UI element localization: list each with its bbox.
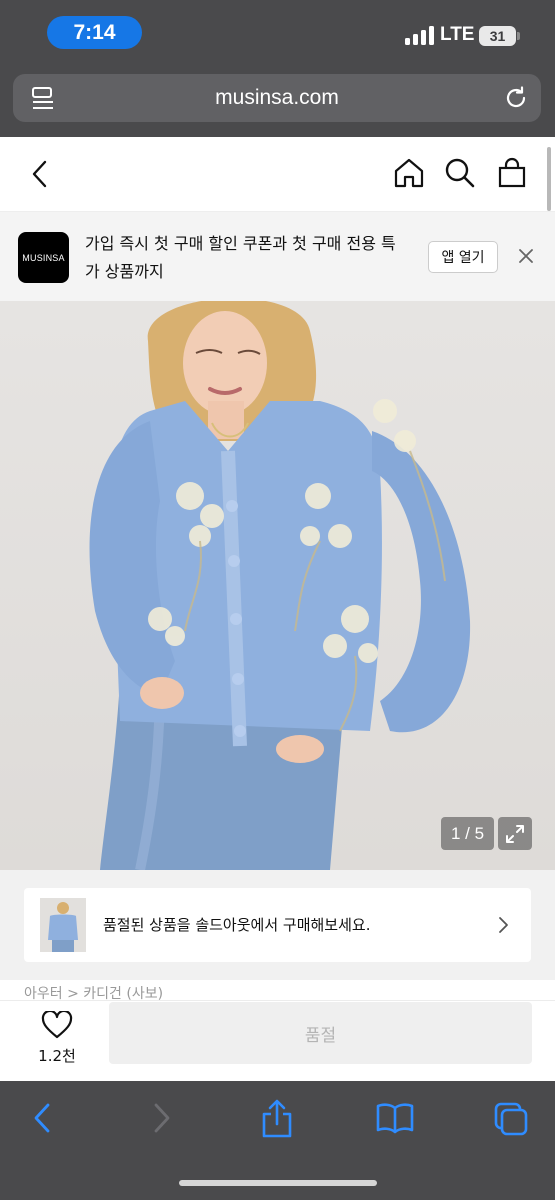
banner-message: 가입 즉시 첫 구매 할인 쿠폰과 첫 구매 전용 특가 상품까지: [85, 234, 396, 281]
url-text[interactable]: musinsa.com: [13, 86, 541, 110]
product-image[interactable]: 1 / 5: [0, 301, 555, 870]
expand-image-button[interactable]: [498, 817, 532, 850]
bag-icon[interactable]: [497, 157, 527, 189]
battery-icon: 31: [479, 26, 520, 46]
expand-icon: [506, 824, 524, 843]
scroll-indicator: [547, 147, 551, 211]
purchase-bar: 1.2천 품절: [0, 1000, 555, 1081]
like-button[interactable]: 1.2천: [30, 1009, 84, 1066]
soldout-section: 품절된 상품을 솔드아웃에서 구매해보세요.: [0, 870, 555, 980]
web-page: MUSINSA 가입 즉시 첫 구매 할인 쿠폰과 첫 구매 전용 특가 상품까…: [0, 137, 555, 1081]
like-count: 1.2천: [38, 1047, 76, 1065]
browser-toolbar: [0, 1081, 555, 1200]
reload-icon[interactable]: [503, 85, 529, 111]
site-header: [0, 137, 555, 212]
app-install-banner: MUSINSA 가입 즉시 첫 구매 할인 쿠폰과 첫 구매 전용 특가 상품까…: [0, 212, 555, 301]
soldout-message: 품절된 상품을 솔드아웃에서 구매해보세요.: [103, 916, 371, 934]
soldout-link[interactable]: 품절된 상품을 솔드아웃에서 구매해보세요.: [24, 888, 531, 962]
safari-forward-icon[interactable]: [150, 1101, 174, 1135]
musinsa-logo: MUSINSA: [18, 232, 69, 283]
back-icon[interactable]: [28, 159, 52, 189]
tabs-icon[interactable]: [493, 1101, 529, 1137]
home-indicator: [179, 1180, 377, 1186]
home-icon[interactable]: [393, 157, 425, 189]
product-photo: [89, 301, 471, 870]
status-time: 7:14: [47, 16, 142, 49]
search-icon[interactable]: [444, 157, 476, 189]
status-bar: 7:14 LTE 31: [0, 0, 555, 66]
close-icon[interactable]: [518, 248, 534, 264]
image-counter: 1 / 5: [441, 817, 494, 850]
address-bar[interactable]: musinsa.com: [13, 74, 541, 122]
product-thumbnail: [40, 898, 86, 952]
chevron-right-icon: [499, 917, 508, 933]
heart-icon: [41, 1009, 73, 1039]
open-app-button[interactable]: 앱 열기: [428, 241, 498, 273]
safari-back-icon[interactable]: [30, 1101, 54, 1135]
signal-icon: [405, 26, 434, 45]
share-icon[interactable]: [259, 1099, 295, 1139]
network-type: LTE: [440, 24, 475, 45]
soldout-button[interactable]: 품절: [109, 1002, 532, 1064]
bookmarks-icon[interactable]: [375, 1101, 415, 1135]
